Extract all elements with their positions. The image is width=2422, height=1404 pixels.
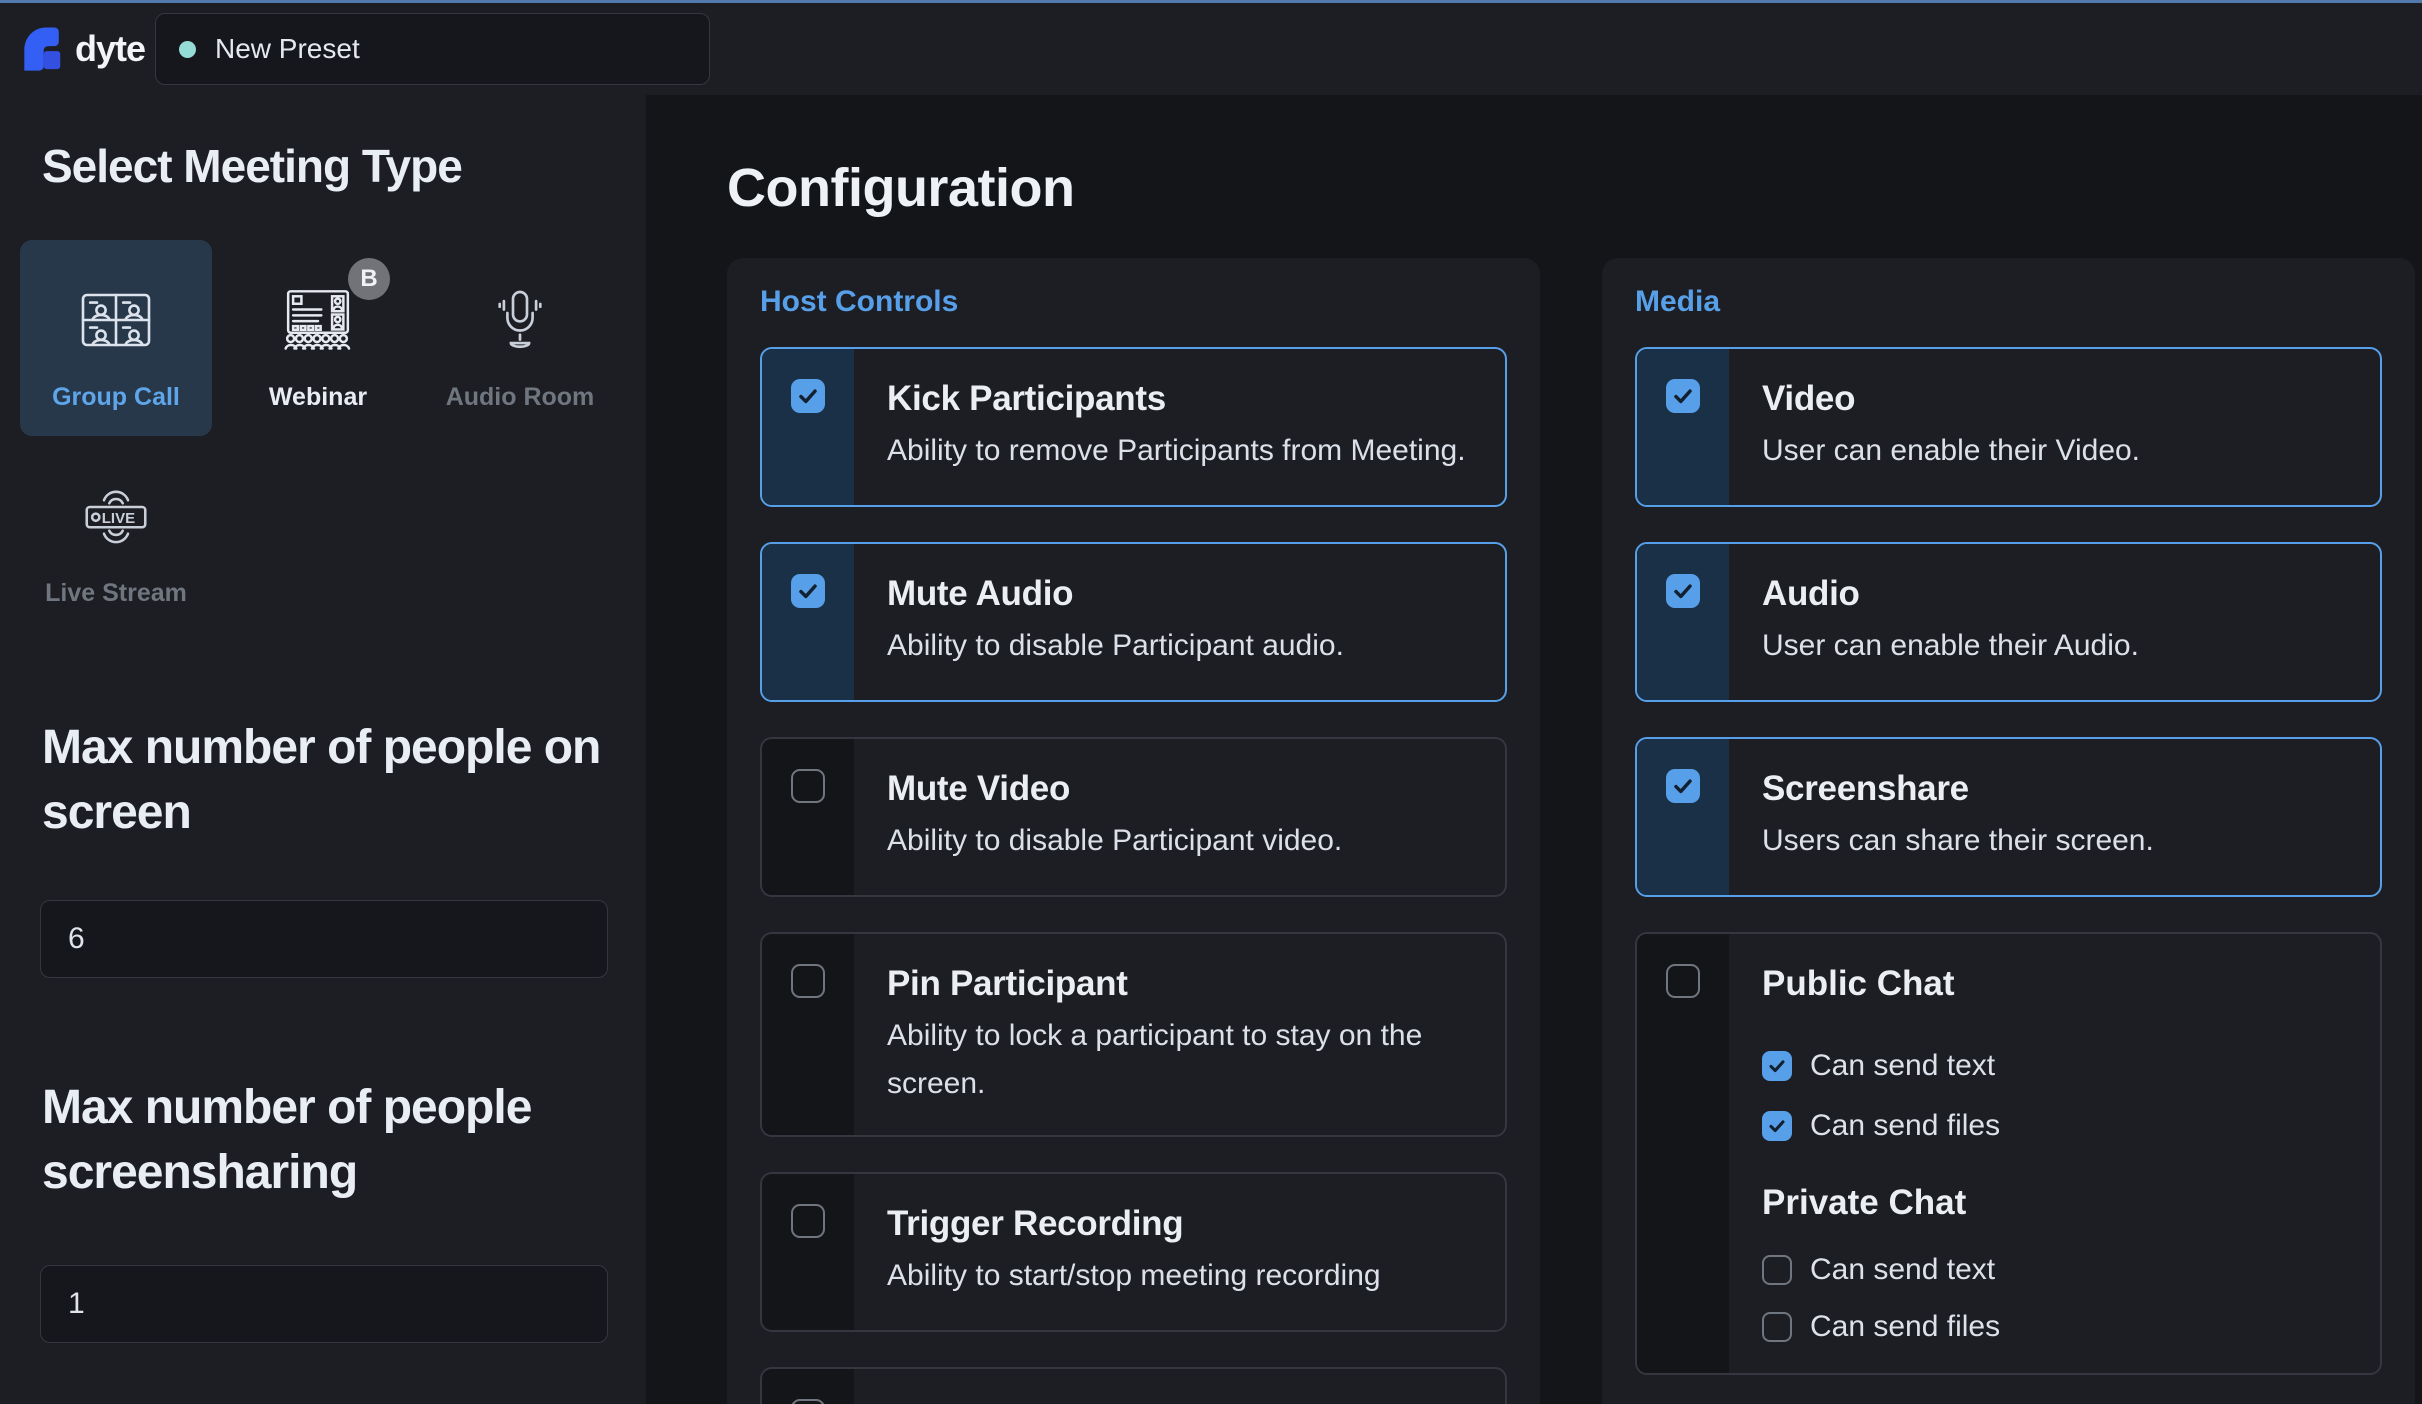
card-description: Ability to disable Participant video.: [887, 817, 1477, 865]
max-people-screensharing-label: Max number of people screensharing: [42, 1075, 646, 1205]
meeting-type-grid: Group Call B Webinar: [20, 240, 626, 632]
host-controls-panel: Host Controls Kick Participants Ability …: [727, 258, 1540, 1404]
video-checkbox[interactable]: [1666, 379, 1700, 413]
card-title: Audio: [1762, 574, 2352, 614]
trigger-recording-checkbox[interactable]: [791, 1204, 825, 1238]
meeting-type-live-stream[interactable]: LIVE Live Stream: [20, 436, 212, 632]
max-people-screensharing-input[interactable]: 1: [40, 1265, 608, 1343]
public-chat-can-send-files-row: Can send files: [1762, 1111, 2352, 1141]
preset-name-input[interactable]: New Preset: [155, 13, 710, 85]
svg-text:LIVE: LIVE: [102, 510, 135, 527]
card-description: Users can share their screen.: [1762, 817, 2352, 865]
webinar-icon: [283, 265, 353, 375]
option-card-chat[interactable]: Public Chat Can send text Can send files…: [1635, 932, 2382, 1375]
card-strip: [1637, 739, 1729, 895]
private-chat-can-send-files-row: Can send files: [1762, 1312, 2352, 1342]
option-card-video[interactable]: Video User can enable their Video.: [1635, 347, 2382, 507]
card-strip: [1637, 934, 1729, 1373]
option-label: Can send text: [1810, 1049, 1995, 1083]
option-card-kick-participants[interactable]: Kick Participants Ability to remove Part…: [760, 347, 1507, 507]
mute-video-checkbox[interactable]: [791, 769, 825, 803]
sidebar-title: Select Meeting Type: [42, 139, 462, 193]
option-label: Can send files: [1810, 1109, 2000, 1143]
card-description: Ability to disable Participant audio.: [887, 622, 1477, 670]
card-description: Ability to remove Participants from Meet…: [887, 427, 1477, 475]
option-card-mute-audio[interactable]: Mute Audio Ability to disable Participan…: [760, 542, 1507, 702]
meeting-type-group-call[interactable]: Group Call: [20, 240, 212, 436]
card-strip: [1637, 349, 1729, 505]
meeting-type-webinar[interactable]: B Webinar: [222, 240, 414, 436]
public-chat-title: Public Chat: [1762, 964, 2352, 1004]
private-chat-can-send-text-row: Can send text: [1762, 1255, 2352, 1285]
public-can-send-text-checkbox[interactable]: [1762, 1051, 1792, 1081]
webinar-beta-badge: B: [348, 258, 390, 300]
private-can-send-text-checkbox[interactable]: [1762, 1255, 1792, 1285]
card-strip: [762, 544, 854, 700]
kick-participants-checkbox[interactable]: [791, 379, 825, 413]
card-strip: [762, 739, 854, 895]
live-stream-icon: LIVE: [83, 461, 149, 571]
pin-participant-checkbox[interactable]: [791, 964, 825, 998]
chat-checkbox[interactable]: [1666, 964, 1700, 998]
card-description: Ability to start/stop meeting recording: [887, 1252, 1477, 1300]
card-strip: [762, 1369, 854, 1404]
dyte-logo-icon: [20, 23, 66, 75]
option-card-pin-participant[interactable]: Pin Participant Ability to lock a partic…: [760, 932, 1507, 1137]
private-can-send-files-checkbox[interactable]: [1762, 1312, 1792, 1342]
meeting-type-label: Webinar: [269, 383, 367, 412]
card-title: Pin Participant: [887, 964, 1477, 1004]
page-title: Configuration: [727, 157, 1074, 219]
card-strip: [762, 349, 854, 505]
card-title: Trigger Recording: [887, 1204, 1477, 1244]
option-card-trigger-recording[interactable]: Trigger Recording Ability to start/stop …: [760, 1172, 1507, 1332]
brand-name: dyte: [75, 28, 145, 70]
preset-name-value: New Preset: [215, 33, 360, 65]
max-people-on-screen-label: Max number of people on screen: [42, 715, 646, 845]
option-card-mute-video[interactable]: Mute Video Ability to disable Participan…: [760, 737, 1507, 897]
option-card-partial[interactable]: [760, 1367, 1507, 1404]
card-title: Video: [1762, 379, 2352, 419]
option-card-audio[interactable]: Audio User can enable their Audio.: [1635, 542, 2382, 702]
partial-card-checkbox[interactable]: [791, 1399, 825, 1404]
preset-status-dot-icon: [179, 41, 196, 58]
audio-checkbox[interactable]: [1666, 574, 1700, 608]
header: dyte New Preset: [0, 3, 2422, 95]
screenshare-checkbox[interactable]: [1666, 769, 1700, 803]
brand: dyte: [20, 23, 145, 75]
option-card-screenshare[interactable]: Screenshare Users can share their screen…: [1635, 737, 2382, 897]
option-label: Can send text: [1810, 1253, 1995, 1287]
meeting-type-audio-room[interactable]: Audio Room: [424, 240, 616, 436]
card-title: Mute Audio: [887, 574, 1477, 614]
media-section-label: Media: [1635, 283, 2382, 321]
card-description: User can enable their Audio.: [1762, 622, 2352, 670]
card-title: Screenshare: [1762, 769, 2352, 809]
max-people-on-screen-input[interactable]: 6: [40, 900, 608, 978]
card-title: Kick Participants: [887, 379, 1477, 419]
option-label: Can send files: [1810, 1310, 2000, 1344]
audio-room-icon: [492, 265, 548, 375]
public-can-send-files-checkbox[interactable]: [1762, 1111, 1792, 1141]
card-description: User can enable their Video.: [1762, 427, 2352, 475]
media-panel: Media Video User can enable their Video.: [1602, 258, 2415, 1404]
meeting-type-label: Live Stream: [45, 579, 187, 608]
meeting-type-label: Group Call: [52, 383, 180, 412]
group-call-icon: [81, 265, 151, 375]
meeting-type-label: Audio Room: [446, 383, 595, 412]
card-title: Mute Video: [887, 769, 1477, 809]
card-description: Ability to lock a participant to stay on…: [887, 1012, 1477, 1108]
max-people-on-screen-value: 6: [68, 922, 85, 956]
public-chat-can-send-text-row: Can send text: [1762, 1051, 2352, 1081]
main-content: Configuration Host Controls Kick Partici…: [646, 95, 2422, 1404]
card-strip: [1637, 544, 1729, 700]
card-strip: [762, 934, 854, 1135]
card-strip: [762, 1174, 854, 1330]
max-people-screensharing-value: 1: [68, 1287, 85, 1321]
host-controls-section-label: Host Controls: [760, 283, 1507, 321]
app: dyte New Preset Select Meeting Type: [0, 0, 2422, 1404]
private-chat-title: Private Chat: [1762, 1183, 2352, 1223]
mute-audio-checkbox[interactable]: [791, 574, 825, 608]
sidebar: Select Meeting Type Group Call: [0, 95, 646, 1404]
